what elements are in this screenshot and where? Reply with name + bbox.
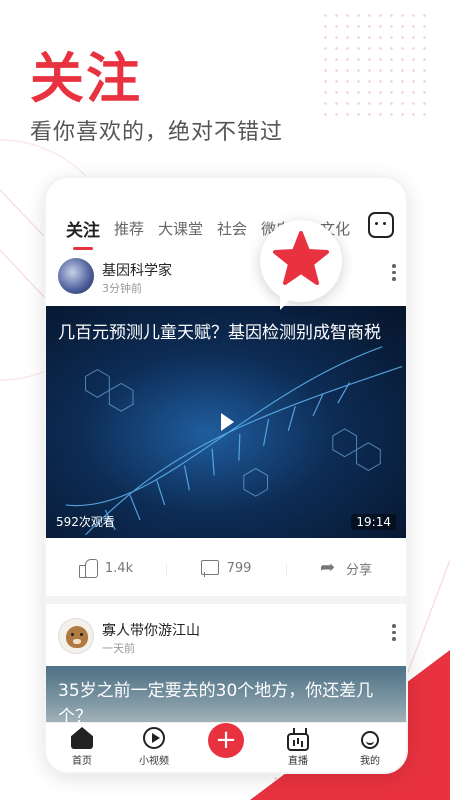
tab-create[interactable]: +	[190, 723, 262, 772]
video-title[interactable]: 几百元预测儿童天赋？基因检测别成智商税	[58, 318, 398, 343]
star-badge	[260, 220, 342, 310]
post-actions: 1.4k 799 ➦ 分享	[46, 542, 406, 594]
like-button[interactable]: 1.4k	[46, 559, 166, 578]
author-name[interactable]: 寡人带你游江山	[102, 620, 200, 640]
tab-short-video[interactable]: 小视频	[118, 723, 190, 772]
tab-recommend[interactable]: 推荐	[114, 218, 144, 239]
home-icon	[71, 727, 93, 749]
post-header: 基因科学家 3分钟前	[58, 258, 398, 306]
bottom-tab-bar: 首页 小视频 + 直播 我的	[46, 722, 406, 772]
share-icon: ➦	[319, 557, 336, 578]
dot-pattern	[320, 10, 430, 120]
tab-society[interactable]: 社会	[217, 218, 247, 239]
tab-live[interactable]: 直播	[262, 723, 334, 772]
post-time: 一天前	[102, 642, 135, 655]
avatar[interactable]	[58, 618, 94, 654]
play-circle-icon	[143, 727, 165, 749]
tv-icon	[287, 733, 309, 751]
comment-button[interactable]: 799	[166, 559, 286, 577]
video-duration: 19:14	[351, 514, 396, 530]
post-header: 寡人带你游江山 一天前	[58, 618, 398, 666]
tab-follow[interactable]: 关注	[66, 216, 100, 250]
comment-icon	[200, 559, 219, 577]
view-count: 592次观看	[56, 515, 115, 529]
tab-label: 直播	[288, 756, 308, 767]
more-options-icon[interactable]	[392, 624, 396, 642]
tab-label: 首页	[72, 756, 92, 767]
tab-me[interactable]: 我的	[334, 723, 406, 772]
hero-title: 关注	[30, 47, 142, 110]
video-player[interactable]: 几百元预测儿童天赋？基因检测别成智商税 592次观看 19:14	[46, 306, 406, 538]
author-name[interactable]: 基因科学家	[102, 260, 172, 280]
divider	[46, 596, 406, 604]
share-button[interactable]: ➦ 分享	[286, 559, 406, 578]
avatar[interactable]	[58, 258, 94, 294]
profile-icon	[361, 731, 379, 749]
tab-classroom[interactable]: 大课堂	[158, 218, 203, 239]
message-icon[interactable]	[368, 212, 394, 238]
video-title[interactable]: 35岁之前一定要去的30个地方，你还差几个？	[58, 678, 396, 726]
tab-label: 小视频	[139, 756, 169, 767]
share-label: 分享	[345, 562, 372, 578]
phone-frame: 关注 推荐 大课堂 社会 微电视 文化 基因科学家 3分钟前	[44, 176, 408, 774]
comment-count: 799	[226, 560, 252, 576]
more-options-icon[interactable]	[392, 264, 396, 282]
thumbs-up-icon	[78, 559, 98, 578]
category-tabs: 关注 推荐 大课堂 社会 微电视 文化	[46, 208, 406, 250]
star-icon	[273, 231, 329, 285]
tab-label: 我的	[360, 756, 380, 767]
tab-home[interactable]: 首页	[46, 723, 118, 772]
plus-icon[interactable]: +	[208, 723, 244, 758]
like-count: 1.4k	[104, 560, 134, 576]
hero-subtitle: 看你喜欢的，绝对不错过	[30, 120, 284, 145]
post-time: 3分钟前	[102, 282, 142, 295]
video-player[interactable]: 35岁之前一定要去的30个地方，你还差几个？	[46, 666, 406, 726]
play-icon[interactable]	[209, 405, 243, 439]
